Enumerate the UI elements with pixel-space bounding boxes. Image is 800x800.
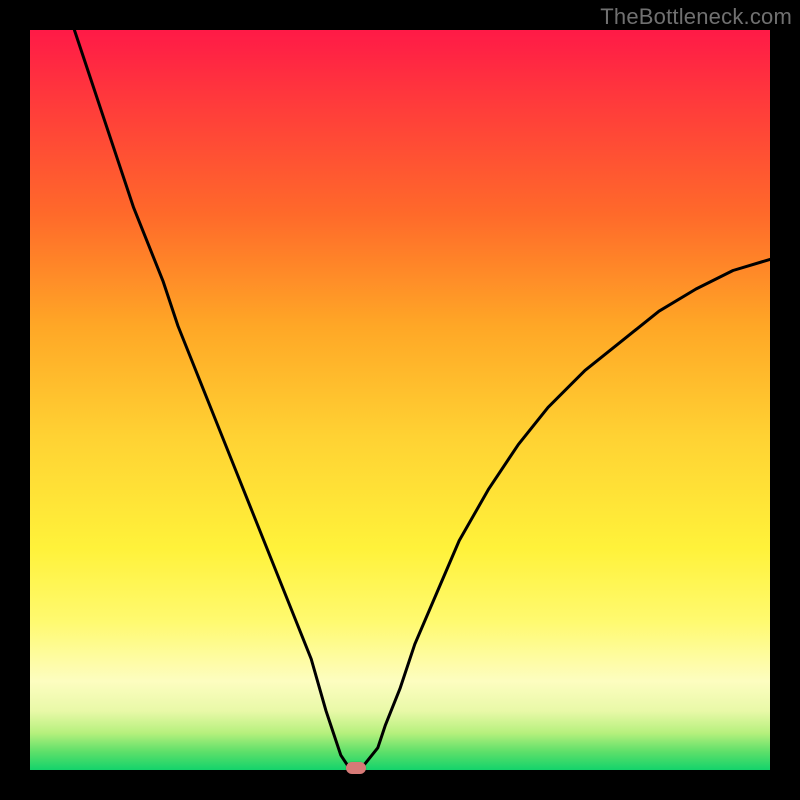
plot-area <box>30 30 770 770</box>
watermark-text: TheBottleneck.com <box>600 4 792 30</box>
chart-frame <box>30 30 770 770</box>
bottleneck-curve <box>30 30 770 770</box>
optimal-marker <box>346 762 366 774</box>
